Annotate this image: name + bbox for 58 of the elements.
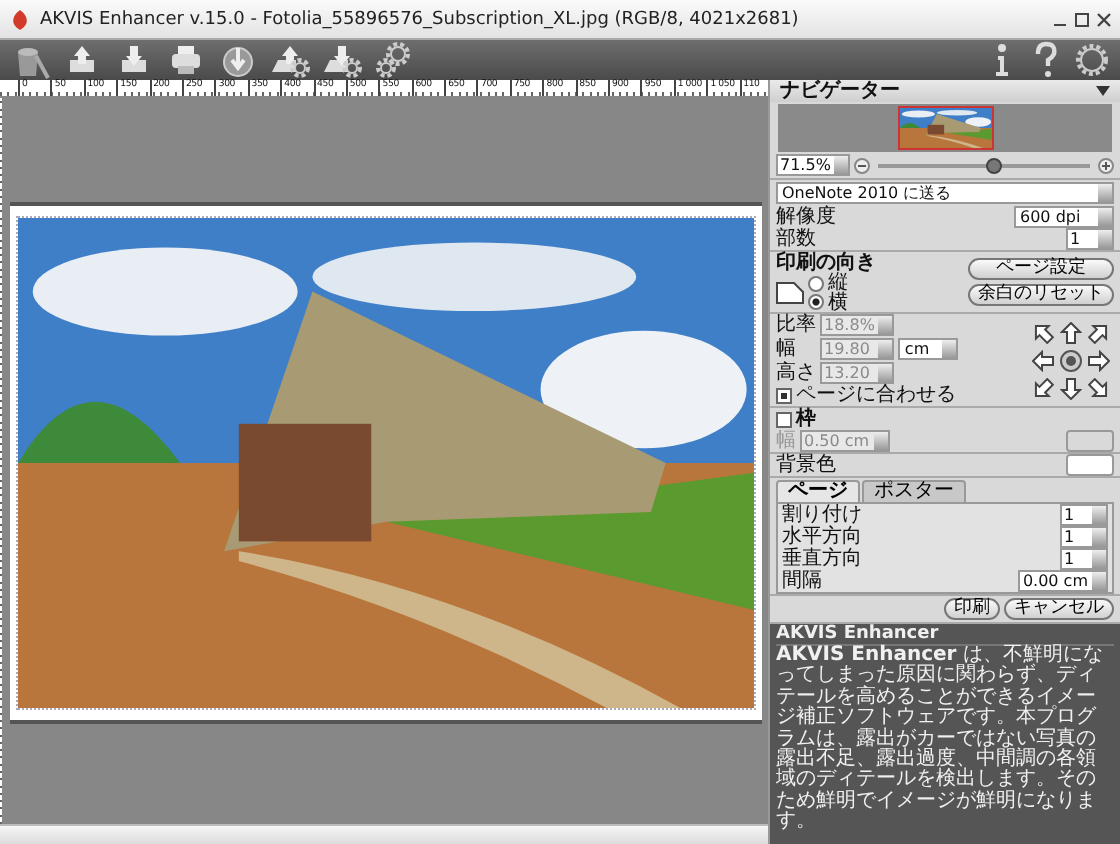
settings-icon[interactable] bbox=[1072, 40, 1112, 80]
horizontal-scrollbar[interactable] bbox=[0, 824, 768, 844]
navigator-title: ナビゲーター bbox=[780, 79, 900, 103]
window-title: AKVIS Enhancer v.15.0 - Fotolia_55896576_Subscription_XL.jpg (RGB/8, 4021x2681) bbox=[40, 9, 801, 29]
up-left-arrow-icon[interactable] bbox=[1032, 321, 1054, 343]
maximize-icon[interactable] bbox=[1074, 11, 1090, 27]
up-arrow-icon[interactable] bbox=[1060, 321, 1082, 343]
layout-field[interactable]: 0.00 cm bbox=[1018, 570, 1108, 592]
zoom-out-icon[interactable] bbox=[854, 157, 871, 173]
copies-field[interactable]: 1 bbox=[1066, 228, 1114, 250]
info-title: AKVIS Enhancer bbox=[776, 624, 1114, 646]
frame-color-swatch[interactable] bbox=[1066, 430, 1114, 452]
field-label: 高さ bbox=[776, 362, 816, 384]
center-target-icon[interactable] bbox=[1060, 349, 1082, 371]
field-label: 解像度 bbox=[776, 205, 836, 227]
page-button[interactable]: ページ設定 bbox=[968, 258, 1114, 280]
download-gear-icon[interactable] bbox=[320, 40, 364, 80]
down-arrow-icon[interactable] bbox=[1060, 377, 1082, 399]
resolution-dropdown[interactable]: 600 dpi bbox=[1014, 206, 1114, 228]
layout-field[interactable]: 1 bbox=[1060, 548, 1108, 570]
field-label: 比率 bbox=[776, 314, 816, 336]
slider-thumb[interactable] bbox=[986, 157, 1003, 173]
action-button[interactable]: キャンセル bbox=[1004, 598, 1114, 620]
action-button[interactable]: 印刷 bbox=[944, 598, 1000, 620]
tab[interactable]: ポスター bbox=[862, 480, 966, 502]
page-orientation-icon bbox=[776, 282, 804, 304]
app-logo-icon bbox=[8, 7, 32, 31]
field-label: 間隔 bbox=[782, 570, 822, 592]
field-label: 割り付け bbox=[782, 504, 862, 526]
field-label: 水平方向 bbox=[782, 526, 862, 548]
up-right-arrow-icon[interactable] bbox=[1088, 321, 1110, 343]
fit-page-checkbox[interactable]: ページに合わせる bbox=[776, 384, 959, 406]
page-button[interactable]: 余白のリセット bbox=[968, 284, 1114, 306]
gears-icon[interactable] bbox=[372, 40, 416, 80]
background-color-swatch[interactable] bbox=[1066, 454, 1114, 476]
barn-landscape-drawing bbox=[897, 106, 993, 150]
left-arrow-icon[interactable] bbox=[1032, 349, 1054, 371]
zoom-field[interactable]: 71.5% bbox=[776, 154, 851, 176]
unit-dropdown[interactable]: cm bbox=[898, 338, 959, 360]
collapse-triangle-icon[interactable] bbox=[1096, 86, 1110, 96]
field-label: 垂直方向 bbox=[782, 548, 862, 570]
zoom-in-icon[interactable] bbox=[1098, 157, 1114, 173]
orientation-radio[interactable]: 横 bbox=[808, 293, 848, 312]
orientation-radio[interactable]: 縦 bbox=[808, 274, 848, 293]
field-label: 部数 bbox=[776, 228, 816, 250]
tab[interactable]: ページ bbox=[776, 480, 860, 502]
info-text: AKVIS Enhancer は、不鮮明になってしまった原因に関わらず、ディテールを高めることができるイメージ補正ソフトウェアです。本プログラムは、露出がカーではない写真の露出不足、露出過度、中間調の各領域のディテールを検出します。そのため鮮明でイメージが鮮明になります。 bbox=[776, 646, 1105, 834]
printer-dropdown[interactable]: OneNote 2010 に送る bbox=[776, 182, 1114, 204]
layout-field[interactable]: 1 bbox=[1060, 504, 1108, 526]
field-label: 背景色 bbox=[776, 454, 836, 476]
down-left-arrow-icon[interactable] bbox=[1032, 377, 1054, 399]
close-icon[interactable] bbox=[1096, 11, 1112, 27]
field-label: 幅 bbox=[776, 430, 796, 452]
right-arrow-icon[interactable] bbox=[1088, 349, 1110, 371]
section-title: 印刷の向き bbox=[776, 252, 876, 274]
field-label: 幅 bbox=[776, 338, 798, 360]
down-right-arrow-icon[interactable] bbox=[1088, 377, 1110, 399]
layout-field[interactable]: 1 bbox=[1060, 526, 1108, 548]
